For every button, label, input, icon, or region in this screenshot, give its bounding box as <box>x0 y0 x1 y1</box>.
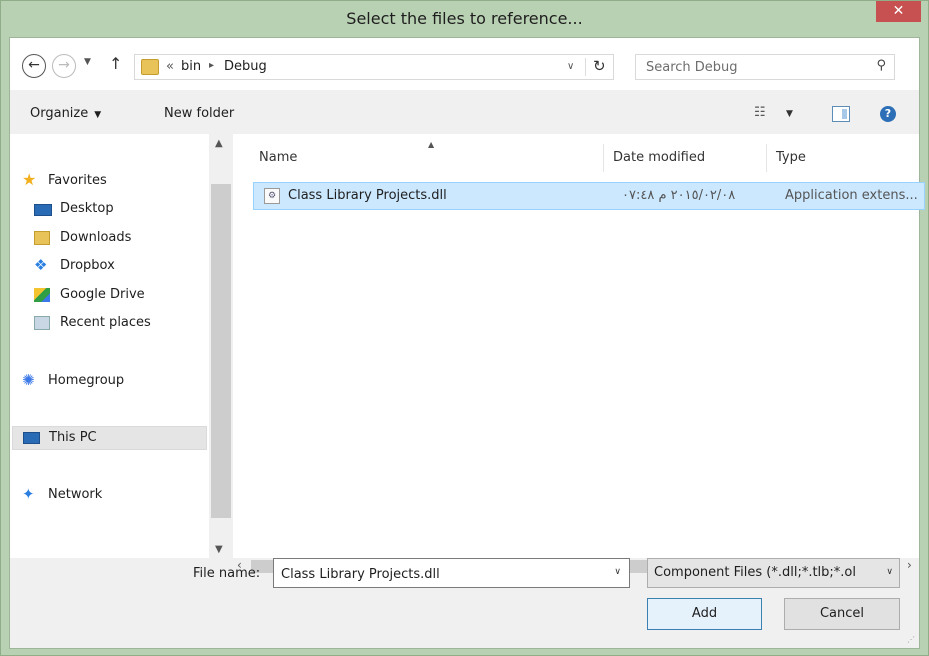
address-dropdown-icon[interactable]: ∨ <box>567 61 574 72</box>
breadcrumb-separator-icon[interactable]: ▸ <box>209 60 214 71</box>
scroll-up-icon[interactable]: ▲ <box>215 138 223 149</box>
sort-ascending-icon: ▲ <box>428 140 435 149</box>
scroll-down-icon[interactable]: ▼ <box>215 544 223 555</box>
address-divider <box>585 58 586 76</box>
column-divider[interactable] <box>603 144 604 172</box>
file-name-combobox[interactable]: ∨ <box>273 558 630 588</box>
search-input[interactable] <box>646 58 856 76</box>
file-name-dropdown-icon[interactable]: ∨ <box>614 567 621 577</box>
close-button[interactable]: ✕ <box>876 1 921 22</box>
back-button[interactable]: ← <box>22 54 46 78</box>
nav-network[interactable]: ✦ Network <box>12 484 207 508</box>
file-name-cell: Class Library Projects.dll <box>288 188 447 203</box>
star-icon: ★ <box>22 170 37 189</box>
dll-file-icon: ⚙ <box>264 188 280 204</box>
dialog-title: Select the files to reference... <box>346 9 583 28</box>
add-button[interactable]: Add <box>647 598 762 630</box>
refresh-icon[interactable]: ↻ <box>593 57 606 75</box>
address-row: ← → ▼ ↑ « bin ▸ Debug ∨ ↻ ⚲ <box>10 38 919 90</box>
homegroup-icon: ✺ <box>22 371 35 389</box>
search-icon[interactable]: ⚲ <box>876 58 886 73</box>
organize-button[interactable]: Organize ▼ <box>30 106 101 121</box>
nav-desktop[interactable]: Desktop <box>12 198 207 222</box>
breadcrumb-bin[interactable]: bin <box>181 59 201 74</box>
nav-homegroup-label: Homegroup <box>48 373 125 388</box>
column-header-name[interactable]: Name <box>259 150 297 165</box>
nav-downloads-label: Downloads <box>60 230 132 245</box>
new-folder-button[interactable]: New folder <box>164 106 234 121</box>
scrollbar-thumb[interactable] <box>211 184 231 518</box>
file-list-pane: ▲ Name Date modified Type ⚙ Class Librar… <box>233 134 925 558</box>
nav-this-pc-label: This PC <box>49 430 97 445</box>
file-name-input[interactable] <box>281 565 591 583</box>
nav-dropbox-label: Dropbox <box>60 258 115 273</box>
dialog-client-area: ← → ▼ ↑ « bin ▸ Debug ∨ ↻ ⚲ Organize ▼ <box>9 37 925 649</box>
up-folder-button[interactable]: ↑ <box>109 54 122 73</box>
recent-places-icon <box>34 316 50 330</box>
column-header-type[interactable]: Type <box>776 150 806 165</box>
file-date-cell: ٢٠١٥/٠٢/٠٨ م ٠٧:٤٨ <box>622 188 736 203</box>
dropbox-icon: ❖ <box>34 256 48 274</box>
folder-icon <box>141 59 159 75</box>
file-type-cell: Application extens... <box>785 188 918 203</box>
organize-label: Organize <box>30 106 89 121</box>
nav-dropbox[interactable]: ❖ Dropbox <box>12 255 207 279</box>
nav-homegroup[interactable]: ✺ Homegroup <box>12 370 207 394</box>
help-icon[interactable]: ? <box>880 106 896 122</box>
dialog-window: Select the files to reference... ✕ ← → ▼… <box>0 0 929 656</box>
column-header-date-modified[interactable]: Date modified <box>613 150 705 165</box>
nav-google-drive[interactable]: Google Drive <box>12 284 207 308</box>
resize-grip-icon[interactable]: ⋰ <box>907 635 915 644</box>
chevron-down-icon: ▼ <box>94 110 102 120</box>
filter-dropdown-icon[interactable]: ∨ <box>886 567 893 577</box>
recent-locations-dropdown-icon[interactable]: ▼ <box>84 57 91 67</box>
forward-button[interactable]: → <box>52 54 76 78</box>
scroll-right-icon[interactable]: › <box>907 558 912 572</box>
navigation-pane: ★ Favorites Desktop Downloads ❖ Dropbox … <box>10 134 209 558</box>
nav-network-label: Network <box>48 487 103 502</box>
nav-this-pc[interactable]: This PC <box>12 426 207 450</box>
nav-recent-places[interactable]: Recent places <box>12 312 207 336</box>
title-bar[interactable]: Select the files to reference... ✕ <box>1 1 928 37</box>
command-toolbar: Organize ▼ New folder ☷ ▼ ? <box>10 90 919 134</box>
nav-favorites-label: Favorites <box>48 173 107 188</box>
breadcrumb-debug[interactable]: Debug <box>224 59 267 74</box>
file-type-filter-value: Component Files (*.dll;*.tlb;*.ol <box>654 565 856 580</box>
preview-pane-icon[interactable] <box>832 106 850 122</box>
navigation-scrollbar[interactable]: ▲ ▼ <box>209 134 233 558</box>
search-box[interactable]: ⚲ <box>635 54 895 80</box>
breadcrumb-overflow[interactable]: « <box>166 59 174 74</box>
file-name-label: File name: <box>193 566 261 581</box>
nav-downloads[interactable]: Downloads <box>12 227 207 251</box>
nav-favorites[interactable]: ★ Favorites <box>12 170 207 194</box>
downloads-icon <box>34 231 50 245</box>
this-pc-icon <box>23 432 40 444</box>
change-view-icon[interactable]: ☷ <box>754 105 766 120</box>
file-row[interactable]: ⚙ Class Library Projects.dll ٢٠١٥/٠٢/٠٨ … <box>253 182 925 210</box>
cancel-button[interactable]: Cancel <box>784 598 900 630</box>
column-divider[interactable] <box>766 144 767 172</box>
google-drive-icon <box>34 288 50 302</box>
nav-desktop-label: Desktop <box>60 201 114 216</box>
desktop-icon <box>34 204 52 216</box>
nav-google-drive-label: Google Drive <box>60 287 145 302</box>
view-options-chevron-icon[interactable]: ▼ <box>786 109 793 119</box>
network-icon: ✦ <box>22 485 35 503</box>
nav-recent-places-label: Recent places <box>60 315 151 330</box>
address-bar[interactable]: « bin ▸ Debug ∨ ↻ <box>134 54 614 80</box>
file-type-filter-select[interactable]: Component Files (*.dll;*.tlb;*.ol ∨ <box>647 558 900 588</box>
